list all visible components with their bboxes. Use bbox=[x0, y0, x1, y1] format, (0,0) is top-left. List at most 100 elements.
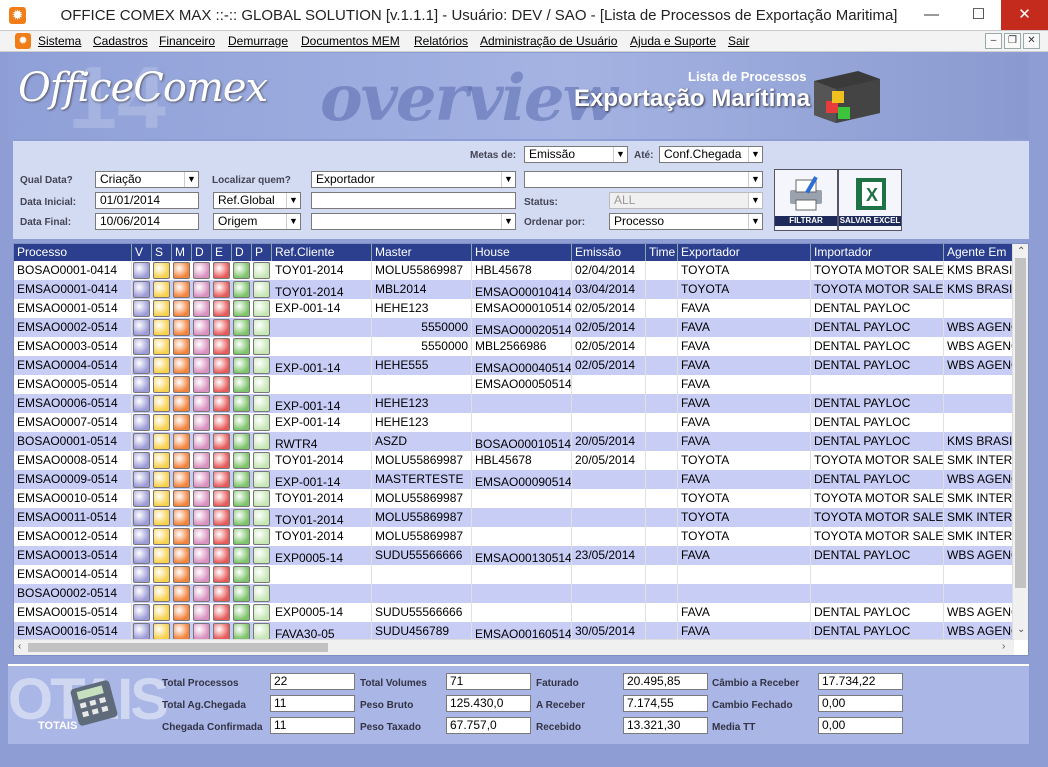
status-flag-icon[interactable] bbox=[213, 357, 230, 374]
status-flag-icon[interactable] bbox=[193, 338, 210, 355]
status-flag-icon[interactable] bbox=[193, 566, 210, 583]
menu-administracao-usuario[interactable]: Administração de Usuário bbox=[480, 34, 617, 48]
status-flag-icon[interactable] bbox=[173, 376, 190, 393]
status-flag-icon[interactable] bbox=[173, 585, 190, 602]
status-flag-icon[interactable] bbox=[153, 395, 170, 412]
status-flag-icon[interactable] bbox=[173, 528, 190, 545]
data-final-field[interactable]: 10/06/2014 bbox=[95, 213, 199, 230]
status-flag-icon[interactable] bbox=[133, 414, 150, 431]
status-flag-icon[interactable] bbox=[253, 414, 270, 431]
column-header[interactable]: S bbox=[152, 244, 172, 261]
status-flag-icon[interactable] bbox=[213, 262, 230, 279]
status-flag-icon[interactable] bbox=[153, 471, 170, 488]
status-flag-icon[interactable] bbox=[253, 585, 270, 602]
status-flag-icon[interactable] bbox=[153, 357, 170, 374]
status-flag-icon[interactable] bbox=[233, 547, 250, 564]
status-flag-icon[interactable] bbox=[213, 623, 230, 640]
table-row[interactable]: EMSAO0005-0514 EMSAO00050514 FAVA bbox=[14, 375, 1014, 394]
table-row[interactable]: EMSAO0013-0514 EXP0005-14 SUDU55566666 EMSA… bbox=[14, 546, 1014, 565]
scroll-left-icon[interactable]: ‹ bbox=[18, 641, 21, 652]
column-header[interactable]: P bbox=[252, 244, 272, 261]
table-row[interactable]: EMSAO0009-0514 EXP-001-14 MASTERTESTE EMSAO… bbox=[14, 470, 1014, 489]
table-row[interactable]: EMSAO0012-0514 TOY01-2014 MOLU55869987 TOYO… bbox=[14, 527, 1014, 546]
status-flag-icon[interactable] bbox=[233, 319, 250, 336]
table-row[interactable]: EMSAO0008-0514 TOY01-2014 MOLU55869987 HBL4… bbox=[14, 451, 1014, 470]
status-flag-icon[interactable] bbox=[153, 300, 170, 317]
ordenar-select[interactable]: Processo ▼ bbox=[609, 213, 763, 230]
table-row[interactable]: EMSAO0011-0514 TOY01-2014 MOLU55869987 TOYO… bbox=[14, 508, 1014, 527]
column-header[interactable]: Master bbox=[372, 244, 472, 261]
origem-value-select[interactable]: ▼ bbox=[311, 213, 516, 230]
status-flag-icon[interactable] bbox=[213, 319, 230, 336]
column-header[interactable]: E bbox=[212, 244, 232, 261]
status-flag-icon[interactable] bbox=[233, 528, 250, 545]
status-flag-icon[interactable] bbox=[153, 566, 170, 583]
status-flag-icon[interactable] bbox=[253, 300, 270, 317]
status-flag-icon[interactable] bbox=[213, 452, 230, 469]
scroll-right-icon[interactable]: › bbox=[1002, 641, 1005, 652]
menu-financeiro[interactable]: Financeiro bbox=[159, 34, 215, 48]
status-flag-icon[interactable] bbox=[173, 281, 190, 298]
status-flag-icon[interactable] bbox=[253, 604, 270, 621]
column-header[interactable]: Processo bbox=[14, 244, 132, 261]
status-flag-icon[interactable] bbox=[153, 604, 170, 621]
status-flag-icon[interactable] bbox=[173, 262, 190, 279]
status-flag-icon[interactable] bbox=[133, 338, 150, 355]
status-flag-icon[interactable] bbox=[173, 414, 190, 431]
status-flag-icon[interactable] bbox=[133, 357, 150, 374]
status-flag-icon[interactable] bbox=[253, 566, 270, 583]
status-flag-icon[interactable] bbox=[253, 357, 270, 374]
status-flag-icon[interactable] bbox=[193, 300, 210, 317]
status-flag-icon[interactable] bbox=[213, 376, 230, 393]
column-header[interactable]: House bbox=[472, 244, 572, 261]
status-flag-icon[interactable] bbox=[213, 395, 230, 412]
status-flag-icon[interactable] bbox=[233, 281, 250, 298]
status-flag-icon[interactable] bbox=[213, 585, 230, 602]
status-flag-icon[interactable] bbox=[153, 376, 170, 393]
status-flag-icon[interactable] bbox=[253, 395, 270, 412]
table-row[interactable]: EMSAO0010-0514 TOY01-2014 MOLU55869987 TOYO… bbox=[14, 489, 1014, 508]
qual-data-select[interactable]: Criação ▼ bbox=[95, 171, 199, 188]
status-flag-icon[interactable] bbox=[233, 262, 250, 279]
status-flag-icon[interactable] bbox=[213, 566, 230, 583]
status-select[interactable]: ALL ▼ bbox=[609, 192, 763, 209]
status-flag-icon[interactable] bbox=[133, 300, 150, 317]
status-flag-icon[interactable] bbox=[173, 395, 190, 412]
status-flag-icon[interactable] bbox=[133, 281, 150, 298]
data-inicial-field[interactable]: 01/01/2014 bbox=[95, 192, 199, 209]
table-row[interactable]: BOSAO0001-0414 TOY01-2014 MOLU55869987 HBL4… bbox=[14, 261, 1014, 280]
status-flag-icon[interactable] bbox=[153, 452, 170, 469]
status-flag-icon[interactable] bbox=[173, 452, 190, 469]
status-flag-icon[interactable] bbox=[153, 547, 170, 564]
status-flag-icon[interactable] bbox=[133, 395, 150, 412]
status-flag-icon[interactable] bbox=[153, 414, 170, 431]
status-flag-icon[interactable] bbox=[213, 509, 230, 526]
ate-select[interactable]: Conf.Chegada ▼ bbox=[659, 146, 763, 163]
table-row[interactable]: EMSAO0002-0514 5550000 EMSAO00020514 02/05/… bbox=[14, 318, 1014, 337]
status-flag-icon[interactable] bbox=[233, 338, 250, 355]
status-flag-icon[interactable] bbox=[133, 566, 150, 583]
table-row[interactable]: EMSAO0007-0514 EXP-001-14 HEHE123 FAVA DENTA… bbox=[14, 413, 1014, 432]
status-flag-icon[interactable] bbox=[153, 262, 170, 279]
status-flag-icon[interactable] bbox=[173, 509, 190, 526]
column-header[interactable]: Agente Em bbox=[944, 244, 1014, 261]
status-flag-icon[interactable] bbox=[193, 585, 210, 602]
status-flag-icon[interactable] bbox=[193, 604, 210, 621]
scroll-up-icon[interactable]: ⌃ bbox=[1017, 246, 1025, 257]
status-flag-icon[interactable] bbox=[153, 490, 170, 507]
status-flag-icon[interactable] bbox=[213, 471, 230, 488]
menu-sistema[interactable]: Sistema bbox=[38, 34, 81, 48]
status-flag-icon[interactable] bbox=[253, 376, 270, 393]
status-flag-icon[interactable] bbox=[173, 490, 190, 507]
status-flag-icon[interactable] bbox=[133, 623, 150, 640]
status-flag-icon[interactable] bbox=[193, 623, 210, 640]
horizontal-scroll-thumb[interactable] bbox=[28, 643, 328, 652]
app-icon[interactable]: ✹ bbox=[9, 7, 26, 24]
status-flag-icon[interactable] bbox=[153, 433, 170, 450]
status-flag-icon[interactable] bbox=[173, 319, 190, 336]
status-flag-icon[interactable] bbox=[253, 433, 270, 450]
status-flag-icon[interactable] bbox=[193, 547, 210, 564]
status-flag-icon[interactable] bbox=[253, 338, 270, 355]
status-flag-icon[interactable] bbox=[153, 528, 170, 545]
column-header[interactable]: Importador bbox=[811, 244, 944, 261]
